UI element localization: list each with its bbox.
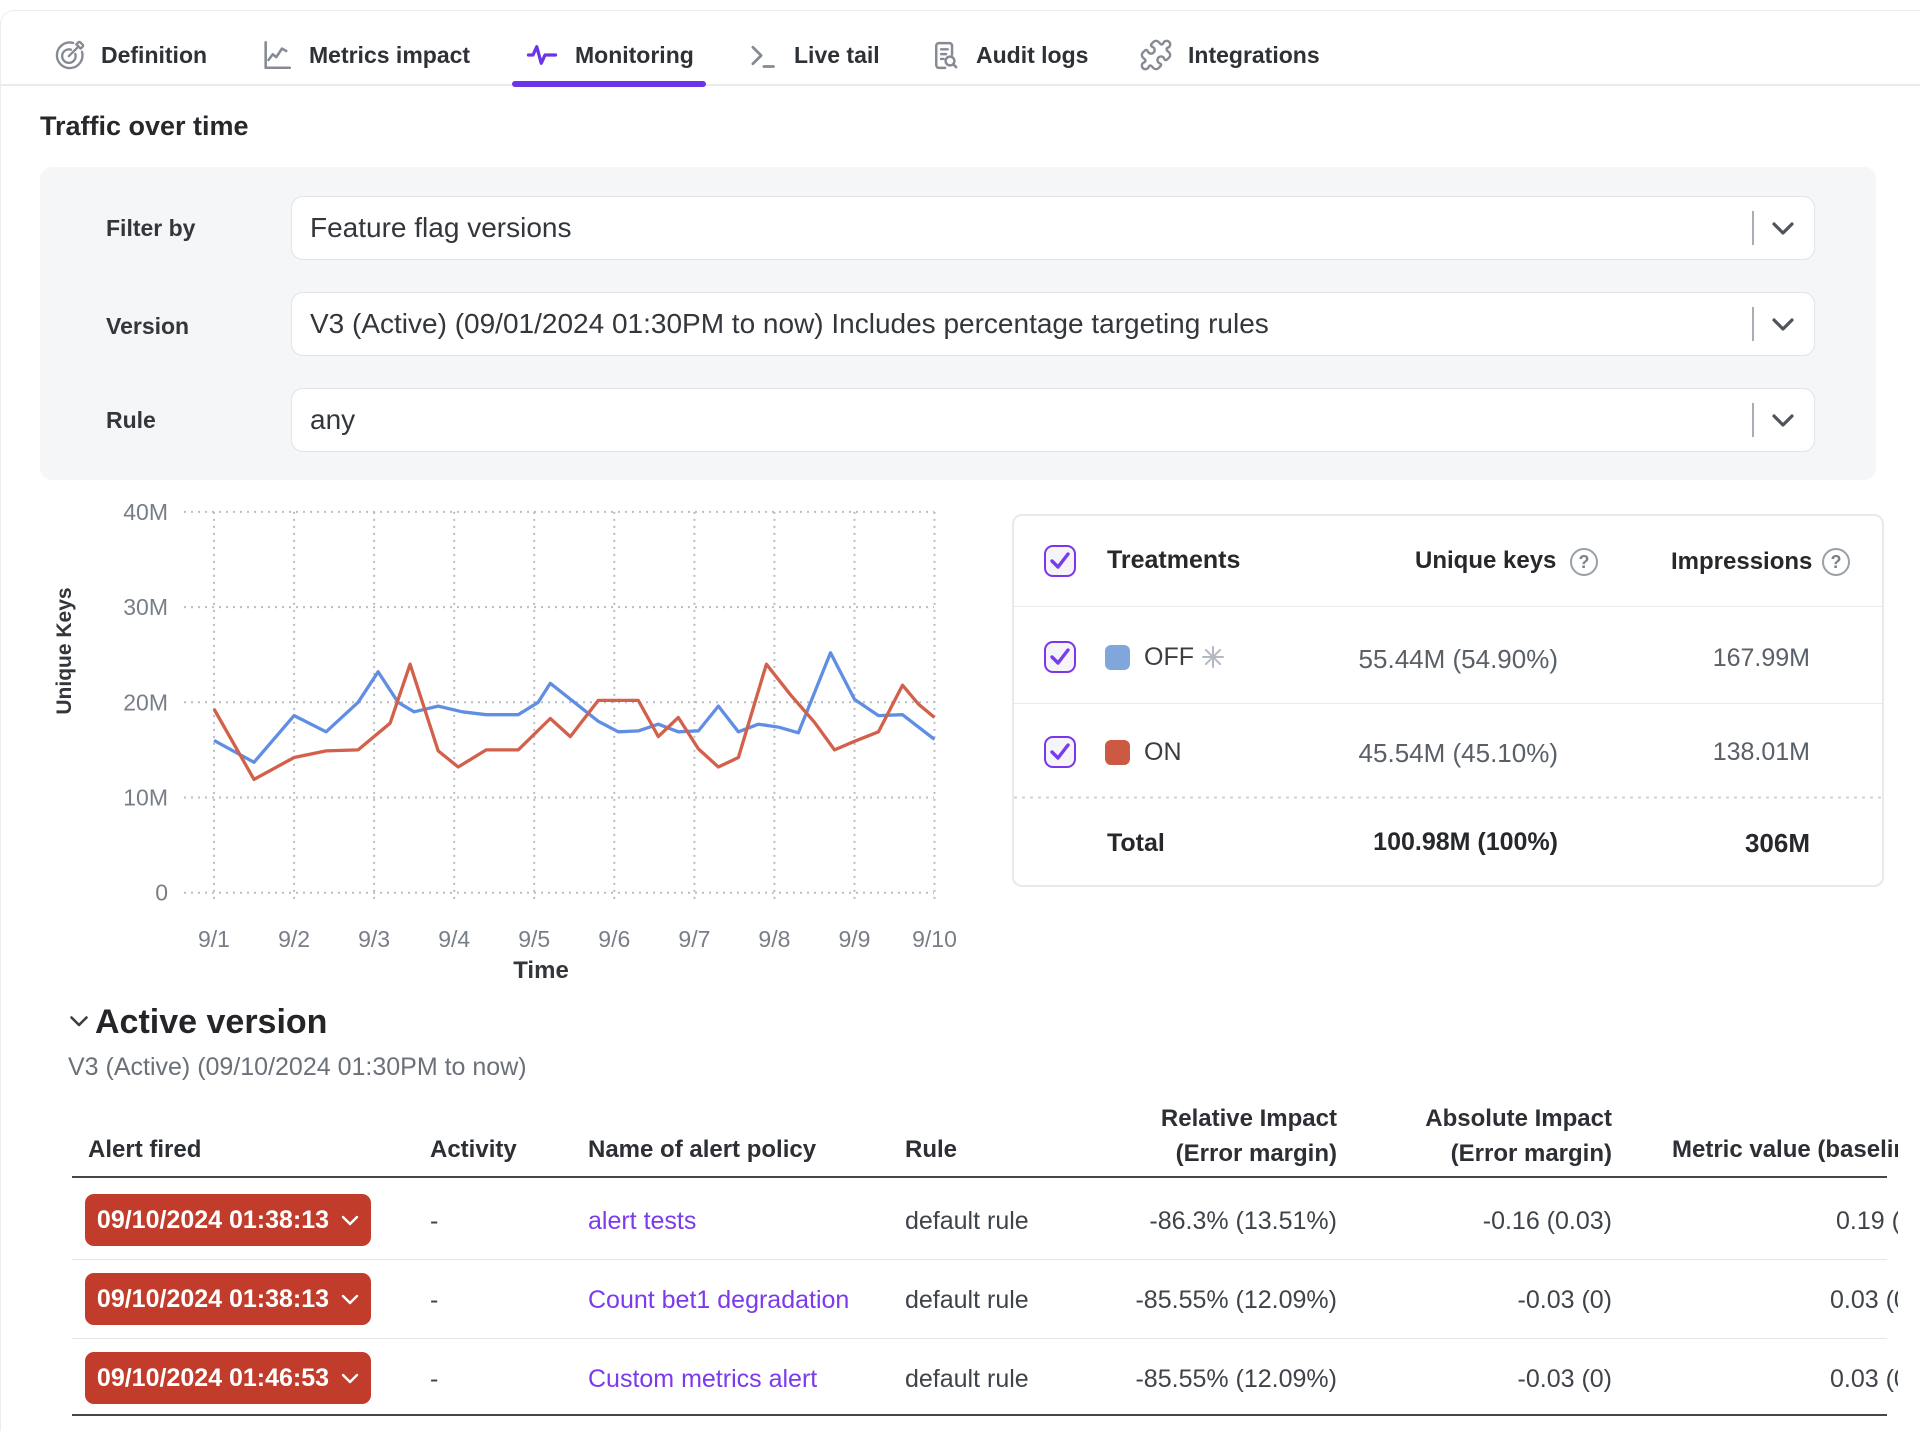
svg-text:9/10: 9/10 [912, 926, 957, 952]
svg-text:9/6: 9/6 [598, 926, 630, 952]
svg-text:9/4: 9/4 [438, 926, 470, 952]
svg-text:9/5: 9/5 [518, 926, 550, 952]
svg-text:40M: 40M [123, 499, 168, 525]
svg-text:9/8: 9/8 [758, 926, 790, 952]
svg-text:0: 0 [155, 880, 168, 906]
svg-text:9/1: 9/1 [198, 926, 230, 952]
svg-text:9/7: 9/7 [678, 926, 710, 952]
svg-text:10M: 10M [123, 785, 168, 811]
svg-text:9/9: 9/9 [839, 926, 871, 952]
svg-text:9/2: 9/2 [278, 926, 310, 952]
svg-text:20M: 20M [123, 689, 168, 715]
svg-text:Unique Keys: Unique Keys [53, 587, 76, 714]
svg-text:30M: 30M [123, 594, 168, 620]
svg-text:9/3: 9/3 [358, 926, 390, 952]
svg-text:Time: Time [513, 957, 569, 984]
